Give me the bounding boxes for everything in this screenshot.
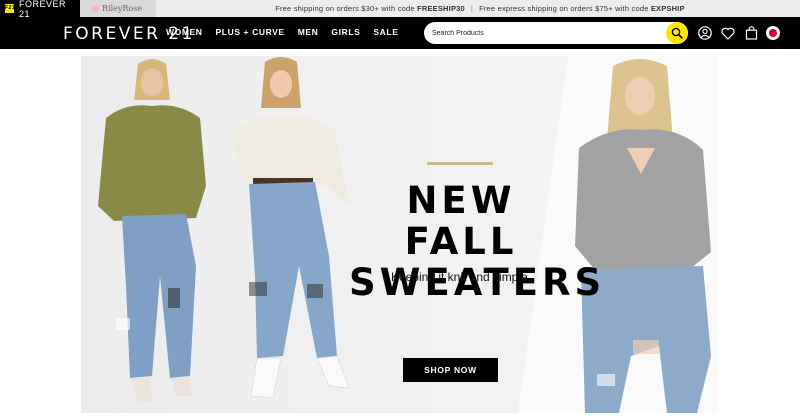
promo-part1: Free shipping on orders $30+ with code bbox=[275, 4, 418, 13]
main-nav: FOREVER 21 WOMEN PLUS + CURVE MEN GIRLS … bbox=[0, 17, 800, 49]
promo-part2: Free express shipping on orders $75+ wit… bbox=[479, 4, 651, 13]
model-grey-sweater-image bbox=[575, 59, 711, 413]
account-icon bbox=[698, 26, 712, 40]
shipping-promo-text: Free shipping on orders $30+ with code F… bbox=[160, 0, 800, 17]
account-button[interactable] bbox=[698, 26, 712, 40]
shopping-bag-icon bbox=[745, 26, 757, 40]
shop-now-button[interactable]: SHOP NOW bbox=[403, 358, 498, 382]
promo-code-freeship: FREESHIP30 bbox=[417, 4, 465, 13]
hero-headline: NEW FALL SWEATERS bbox=[349, 179, 601, 303]
rileyrose-tab-label: RileyRose bbox=[102, 4, 143, 13]
wishlist-button[interactable] bbox=[721, 26, 735, 40]
promo-bar: F21 FOREVER 21 RileyRose Free shipping o… bbox=[0, 0, 800, 19]
forever21-site-tab[interactable]: F21 FOREVER 21 bbox=[0, 0, 80, 19]
promo-code-expship: EXPSHIP bbox=[650, 4, 685, 13]
hero-banner[interactable]: NEW FALL SWEATERS Keeping it knit and si… bbox=[81, 56, 718, 413]
model-cream-sweater-image bbox=[231, 57, 350, 399]
search-icon bbox=[671, 27, 683, 39]
rileyrose-logo-icon bbox=[92, 5, 99, 12]
menu-girls[interactable]: GIRLS bbox=[331, 27, 360, 37]
hero-tagline: Keeping it knit and simple. bbox=[390, 270, 532, 284]
menu-women[interactable]: WOMEN bbox=[166, 27, 203, 37]
menu-plus-curve[interactable]: PLUS + CURVE bbox=[216, 27, 285, 37]
forever21-tab-label: FOREVER 21 bbox=[19, 0, 67, 19]
shopping-bag-button[interactable] bbox=[744, 26, 758, 40]
forever21-badge: F21 bbox=[5, 4, 16, 13]
headline-line1: NEW FALL bbox=[404, 179, 518, 263]
wishlist-heart-icon bbox=[721, 27, 735, 40]
category-menu: WOMEN PLUS + CURVE MEN GIRLS SALE bbox=[166, 27, 398, 37]
country-flag-button[interactable] bbox=[766, 26, 780, 40]
menu-men[interactable]: MEN bbox=[298, 27, 319, 37]
menu-sale[interactable]: SALE bbox=[373, 27, 398, 37]
model-olive-sweater-image bbox=[98, 59, 206, 401]
country-flag-icon bbox=[769, 29, 777, 37]
search-bar bbox=[424, 22, 688, 44]
promo-separator: | bbox=[470, 4, 474, 13]
search-button[interactable] bbox=[666, 22, 688, 44]
search-input[interactable] bbox=[432, 25, 662, 41]
rileyrose-site-tab[interactable]: RileyRose bbox=[80, 0, 156, 17]
hero-accent-line bbox=[427, 162, 493, 165]
